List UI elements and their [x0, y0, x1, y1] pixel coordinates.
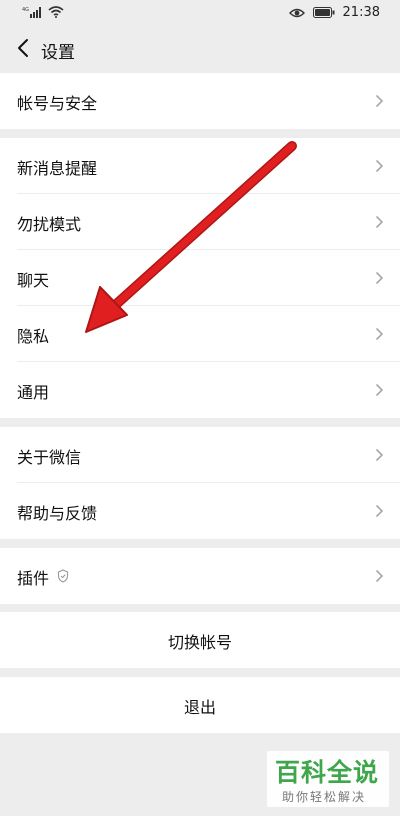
settings-item-label: 聊天 — [17, 271, 50, 290]
settings-item-label: 勿扰模式 — [17, 215, 82, 234]
settings-item-label: 隐私 — [17, 327, 50, 346]
settings-item-label: 插件 — [17, 569, 50, 588]
svg-text:4G: 4G — [22, 7, 29, 13]
status-left: 4G — [22, 6, 64, 18]
preferences-group: 新消息提醒 勿扰模式 聊天 隐私 通用 — [0, 138, 400, 418]
settings-item-label: 帐号与安全 — [17, 94, 98, 113]
plugins-group: 插件 — [0, 548, 400, 604]
settings-item-plugins[interactable]: 插件 — [0, 548, 400, 604]
about-group: 关于微信 帮助与反馈 — [0, 427, 400, 539]
nav-bar: 设置 — [0, 26, 400, 72]
settings-item-label: 新消息提醒 — [17, 159, 98, 178]
chevron-right-icon — [375, 94, 384, 108]
settings-item-label: 关于微信 — [17, 448, 82, 467]
settings-item-label: 通用 — [17, 383, 50, 402]
settings-item-new-message-alerts[interactable]: 新消息提醒 — [0, 138, 400, 194]
chevron-right-icon — [375, 271, 384, 285]
chevron-right-icon — [375, 383, 384, 397]
chevron-right-icon — [375, 159, 384, 173]
eye-icon — [288, 8, 305, 17]
status-bar: 4G 21:38 — [0, 0, 400, 26]
shield-icon — [57, 569, 69, 583]
page-title: 设置 — [41, 43, 75, 63]
settings-item-do-not-disturb[interactable]: 勿扰模式 — [0, 194, 400, 250]
watermark-subtitle: 助你轻松解决 — [282, 790, 367, 804]
settings-item-general[interactable]: 通用 — [0, 362, 400, 418]
battery-icon — [312, 7, 335, 18]
settings-item-help-feedback[interactable]: 帮助与反馈 — [0, 483, 400, 539]
wifi-icon — [48, 6, 64, 18]
status-time: 21:38 — [342, 5, 380, 20]
logout-button[interactable]: 退出 — [0, 677, 400, 733]
logout-label: 退出 — [183, 698, 216, 717]
back-icon[interactable] — [12, 36, 36, 60]
switch-account-label: 切换帐号 — [167, 633, 232, 652]
chevron-right-icon — [375, 215, 384, 229]
settings-item-account-security[interactable]: 帐号与安全 — [0, 73, 400, 129]
settings-item-label: 帮助与反馈 — [17, 504, 98, 523]
chevron-right-icon — [375, 448, 384, 462]
settings-item-privacy[interactable]: 隐私 — [0, 306, 400, 362]
settings-item-about-wechat[interactable]: 关于微信 — [0, 427, 400, 483]
chevron-right-icon — [375, 569, 384, 583]
watermark-logo: 百科全说 助你轻松解决 — [267, 751, 389, 807]
watermark-title: 百科全说 — [275, 758, 380, 787]
chevron-right-icon — [375, 504, 384, 518]
account-group: 帐号与安全 — [0, 73, 400, 129]
switch-account-button[interactable]: 切换帐号 — [0, 612, 400, 668]
signal-icon: 4G — [22, 7, 41, 18]
chevron-right-icon — [375, 327, 384, 341]
status-right: 21:38 — [288, 5, 380, 20]
settings-item-chat[interactable]: 聊天 — [0, 250, 400, 306]
